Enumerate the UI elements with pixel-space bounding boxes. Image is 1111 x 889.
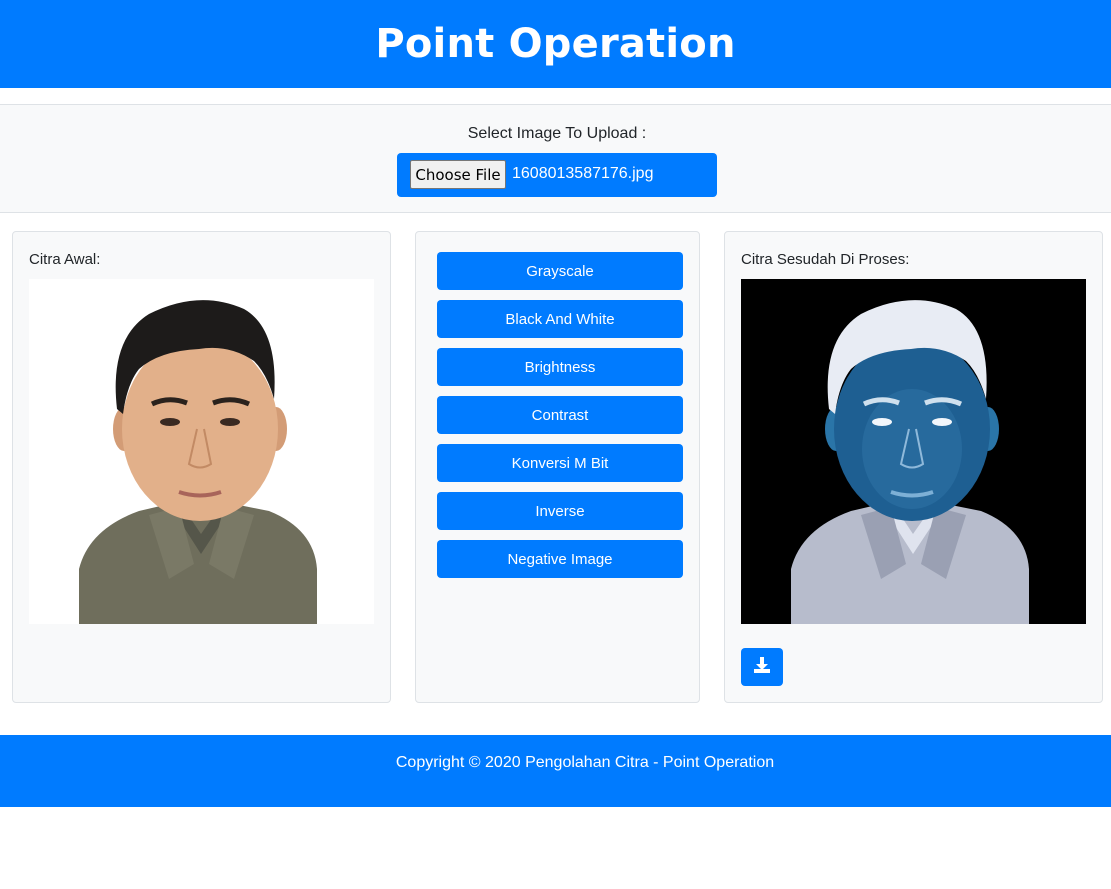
download-icon: [753, 656, 771, 679]
original-image-card: Citra Awal:: [12, 231, 391, 703]
original-image: [29, 279, 374, 624]
operations-card: Grayscale Black And White Brightness Con…: [415, 231, 700, 703]
file-input[interactable]: Choose File 1608013587176.jpg: [397, 153, 717, 197]
original-image-label: Citra Awal:: [29, 251, 101, 268]
selected-file-name: 1608013587176.jpg: [512, 165, 654, 182]
processed-image-label: Citra Sesudah Di Proses:: [741, 251, 910, 268]
upload-label: Select Image To Upload :: [467, 125, 647, 142]
konversi-m-bit-button[interactable]: Konversi M Bit: [437, 444, 683, 482]
processed-image: [741, 279, 1086, 624]
negative-image-button[interactable]: Negative Image: [437, 540, 683, 578]
inverse-button[interactable]: Inverse: [437, 492, 683, 530]
page-header: Point Operation: [0, 0, 1111, 88]
upload-section: Select Image To Upload : Choose File 160…: [0, 104, 1111, 213]
black-and-white-button[interactable]: Black And White: [437, 300, 683, 338]
brightness-button[interactable]: Brightness: [437, 348, 683, 386]
copyright-text: Copyright © 2020 Pengolahan Citra - Poin…: [395, 754, 775, 771]
contrast-button[interactable]: Contrast: [437, 396, 683, 434]
page-footer: Copyright © 2020 Pengolahan Citra - Poin…: [0, 735, 1111, 807]
choose-file-button[interactable]: Choose File: [410, 160, 506, 189]
download-button[interactable]: [741, 648, 783, 686]
grayscale-button[interactable]: Grayscale: [437, 252, 683, 290]
page-title: Point Operation: [375, 21, 736, 67]
processed-image-card: Citra Sesudah Di Proses:: [724, 231, 1103, 703]
